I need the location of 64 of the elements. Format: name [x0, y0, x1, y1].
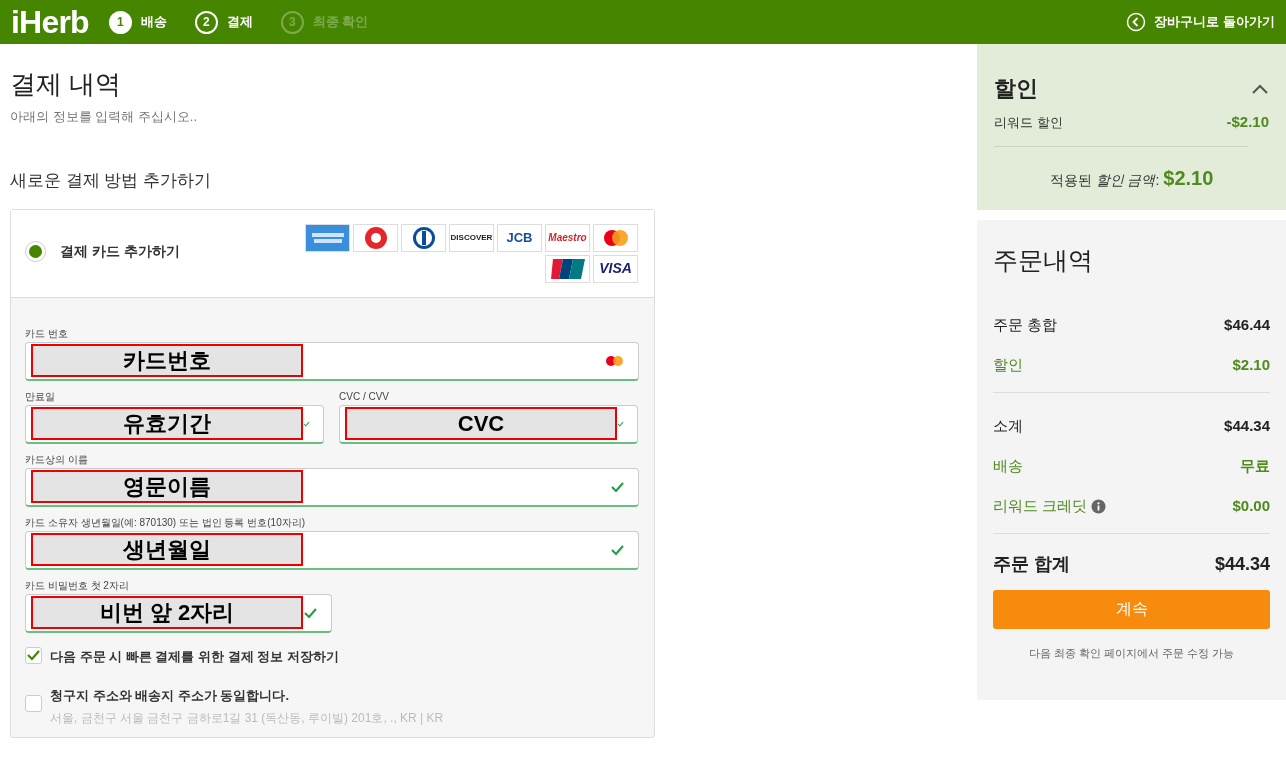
card-brand-text: JCB	[506, 228, 533, 247]
checkbox[interactable]	[25, 646, 42, 664]
field-label: 카드상의 이름	[25, 452, 89, 464]
summary-label: 주문 총합	[993, 315, 1058, 336]
step-number: 2	[194, 10, 218, 34]
applied-discount-amount: $2.10	[1163, 165, 1214, 191]
summary-label: 배송	[993, 456, 1023, 477]
step-label: 최종 확인	[312, 13, 369, 32]
checkbox-label[interactable]: 다음 주문 시 빠른 결제를 위한 결제 정보 저장하기	[50, 646, 339, 666]
annotation-label: 영문이름	[31, 470, 303, 503]
summary-title: 주문내역	[993, 245, 1094, 276]
logo[interactable]: iHerb	[11, 6, 89, 38]
info-icon[interactable]	[1091, 499, 1107, 514]
summary-value: $2.10	[1232, 355, 1270, 376]
total-value: $44.34	[1214, 553, 1270, 576]
field-label: 카드 비밀번호 첫 2자리	[25, 578, 130, 590]
option-label[interactable]: 결제 카드 추가하기	[60, 240, 180, 262]
annotation-label: 카드번호	[31, 344, 303, 377]
discount-label: 리워드 할인	[994, 113, 1063, 132]
field-label: CVC / CVV	[339, 389, 390, 401]
summary-value: $44.34	[1224, 416, 1270, 437]
input-field[interactable]: 영문이름	[25, 467, 639, 507]
field-label: 카드 번호	[25, 326, 69, 338]
step-number: 1	[108, 10, 132, 34]
collapse-icon[interactable]	[1251, 82, 1269, 95]
input-field[interactable]: 유효기간	[25, 404, 324, 444]
back-to-cart-link[interactable]: 장바구니로 돌아가기	[1126, 12, 1275, 32]
annotation-label: 생년월일	[31, 533, 303, 566]
section-title: 새로운 결제 방법 추가하기	[10, 170, 213, 192]
field-label: 카드 소유자 생년월일(예: 870130) 또는 법인 등록 번호(10자리)	[25, 515, 307, 527]
field-label: 만료일	[25, 389, 56, 401]
checkbox[interactable]	[25, 695, 42, 712]
card-brand-text: Maestro	[548, 231, 587, 245]
total-label: 주문 합계	[993, 553, 1070, 576]
back-icon	[1126, 12, 1147, 32]
input-field[interactable]: 카드번호	[25, 341, 639, 381]
summary-value: 무료	[1240, 456, 1270, 477]
step-label: 결제	[226, 13, 253, 32]
input-field[interactable]: 비번 앞 2자리	[25, 593, 332, 633]
applied-discount-label: 적용된 할인 금액:	[1049, 170, 1160, 190]
input-field[interactable]: 생년월일	[25, 530, 639, 570]
annotation-label: 유효기간	[31, 407, 303, 440]
summary-label: 할인	[993, 355, 1023, 376]
step-label: 배송	[140, 13, 167, 32]
summary-label: 리워드 크레딧	[993, 496, 1088, 517]
input-field[interactable]: CVC	[339, 404, 638, 444]
mastercard-icon	[601, 228, 630, 247]
card-brand-text: VISA	[599, 259, 632, 278]
annotation-label: CVC	[345, 407, 617, 440]
page-subtitle: 아래의 정보를 입력해 주십시오..	[10, 107, 199, 126]
annotation-label: 비번 앞 2자리	[31, 596, 303, 629]
card-brand-text: DISCOVER	[450, 231, 493, 244]
step-number: 3	[280, 10, 304, 34]
amex-icon	[309, 230, 346, 245]
summary-value: $46.44	[1224, 315, 1270, 336]
address-text: 서울, 금천구 서울 금천구 금하로1길 31 (독산동, 루이빌) 201호, ., KR | KR	[50, 709, 444, 727]
summary-label: 소계	[993, 416, 1023, 437]
page-title: 결제 내역	[10, 68, 123, 101]
checkbox-label[interactable]: 청구지 주소와 배송지 주소가 동일합니다.	[50, 686, 444, 706]
edit-note: 다음 최종 확인 페이지에서 주문 수정 가능	[1027, 645, 1236, 661]
summary-value: $0.00	[1232, 496, 1270, 517]
discount-amount: -$2.10	[1226, 112, 1269, 132]
radio-button[interactable]	[25, 240, 46, 262]
discount-title: 할인	[994, 75, 1038, 103]
